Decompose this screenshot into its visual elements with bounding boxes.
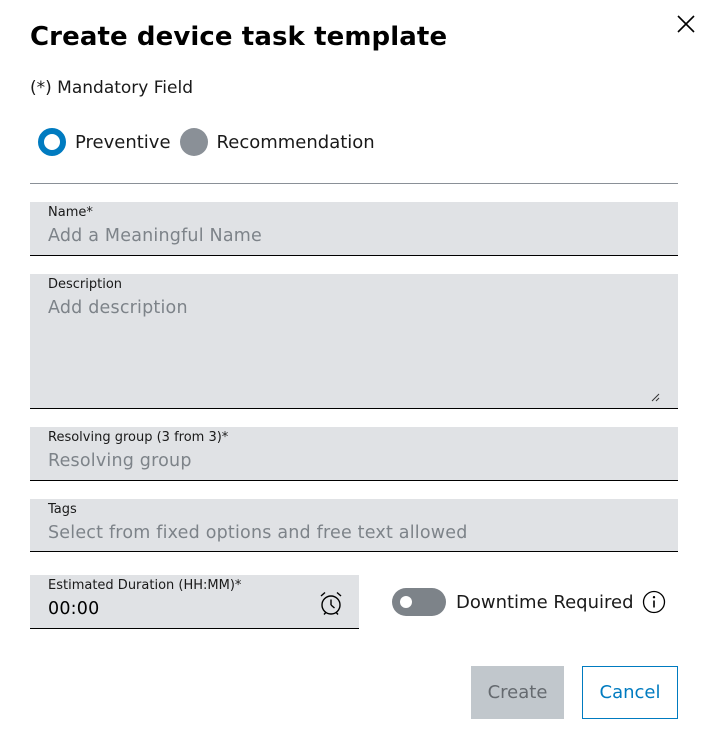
description-field-label: Description bbox=[48, 277, 123, 292]
resize-handle-icon[interactable] bbox=[650, 392, 660, 402]
resolving-group-field[interactable]: Resolving group (3 from 3)* Resolving gr… bbox=[30, 427, 678, 481]
name-input[interactable]: Add a Meaningful Name bbox=[48, 226, 262, 246]
estimated-duration-field-label: Estimated Duration (HH:MM)* bbox=[48, 578, 242, 593]
tags-field-label: Tags bbox=[48, 502, 77, 517]
downtime-required-label: Downtime Required bbox=[456, 591, 634, 613]
close-icon bbox=[677, 15, 695, 33]
radio-preventive[interactable]: Preventive bbox=[38, 128, 171, 156]
name-field[interactable]: Name* Add a Meaningful Name bbox=[30, 202, 678, 256]
task-type-radio-group: Preventive Recommendation bbox=[38, 128, 384, 156]
clock-icon[interactable] bbox=[319, 590, 343, 616]
cancel-button[interactable]: Cancel bbox=[582, 666, 678, 719]
tags-input[interactable]: Select from fixed options and free text … bbox=[48, 523, 468, 543]
estimated-duration-field[interactable]: Estimated Duration (HH:MM)* 00:00 bbox=[30, 575, 359, 629]
dialog-title: Create device task template bbox=[30, 22, 448, 52]
radio-label-recommendation: Recommendation bbox=[216, 131, 375, 153]
description-textarea[interactable]: Add description bbox=[48, 298, 188, 318]
radio-selected-indicator bbox=[38, 128, 66, 156]
resolving-group-input[interactable]: Resolving group bbox=[48, 451, 192, 471]
radio-unselected-indicator bbox=[179, 128, 208, 156]
downtime-required-toggle[interactable] bbox=[392, 588, 446, 616]
tags-field[interactable]: Tags Select from fixed options and free … bbox=[30, 499, 678, 552]
name-field-label: Name* bbox=[48, 205, 93, 220]
create-task-template-dialog: Create device task template (*) Mandator… bbox=[0, 0, 707, 743]
radio-recommendation[interactable]: Recommendation bbox=[179, 128, 375, 156]
mandatory-field-note: (*) Mandatory Field bbox=[30, 78, 193, 98]
description-field[interactable]: Description Add description bbox=[30, 274, 678, 409]
section-divider bbox=[30, 183, 678, 184]
radio-label-preventive: Preventive bbox=[75, 131, 171, 153]
toggle-knob bbox=[400, 596, 412, 608]
estimated-duration-input[interactable]: 00:00 bbox=[48, 599, 99, 619]
resolving-group-field-label: Resolving group (3 from 3)* bbox=[48, 430, 229, 445]
close-button[interactable] bbox=[674, 12, 698, 36]
downtime-required-row: Downtime Required bbox=[392, 588, 666, 616]
create-button[interactable]: Create bbox=[471, 666, 564, 719]
info-icon[interactable] bbox=[642, 590, 666, 614]
